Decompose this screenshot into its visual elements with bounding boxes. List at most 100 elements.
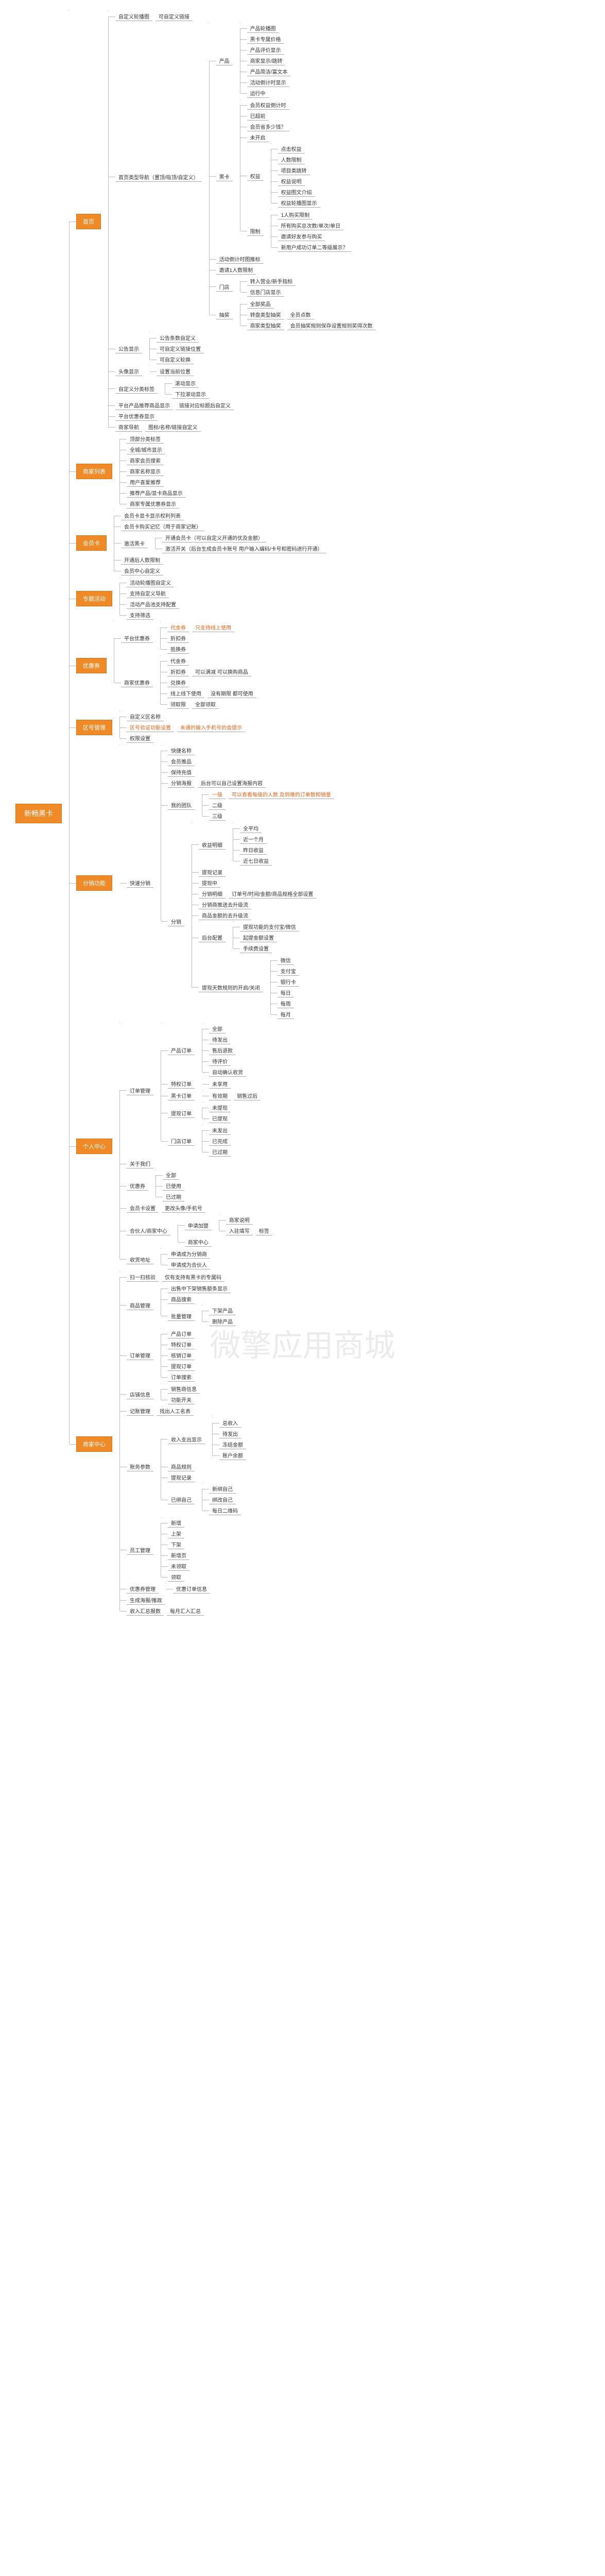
node-后台配置: 后台配置: [199, 933, 226, 942]
node-商家说明: 商家说明: [226, 1215, 253, 1225]
node-权限设置: 权限设置: [127, 733, 153, 743]
node-代金券: 代金券: [167, 656, 189, 666]
side-图标-名称-链接自定义: 图标/名称/链接自定义: [145, 422, 201, 432]
node-信息门店显示: 信息门店显示: [247, 287, 284, 297]
side-后台可以自己设置海报内容: 后台可以自己设置海报内容: [198, 778, 266, 788]
node-近七日收益: 近七日收益: [240, 856, 272, 866]
node-冻结金额: 冻结金额: [219, 1439, 246, 1449]
node-总收入: 总收入: [219, 1418, 241, 1428]
node-平台优惠券: 平台优惠券: [121, 633, 153, 643]
node-转入营业-新手指标: 转入营业/新手指标: [247, 276, 296, 286]
node-公告条数自定义: 公告条数自定义: [157, 333, 199, 343]
node-产品评价显示: 产品评价显示: [247, 45, 284, 55]
node-商家中心: 商家中心: [76, 1436, 112, 1452]
node-推荐产品-显卡商品显示: 推荐产品/显卡商品显示: [127, 488, 186, 498]
node-入驻填写: 入驻填写: [226, 1226, 253, 1235]
node-自动确认收货: 自动确认收货: [209, 1067, 246, 1077]
node-起提金额设置: 起提金额设置: [240, 933, 277, 942]
node-上架: 上架: [168, 1529, 184, 1538]
node-产品: 产品: [216, 56, 233, 65]
node-会员推品: 会员推品: [168, 756, 195, 766]
node-限制: 限制: [247, 226, 264, 236]
side-更改头像-手机号: 更改头像/手机号: [162, 1203, 205, 1213]
side-订单号-时间-金额-商品规格全部设置: 订单号/时间/金额/商品规格全部设置: [229, 889, 316, 899]
node-已使用: 已使用: [163, 1181, 184, 1191]
node-产品轮播图: 产品轮播图: [247, 23, 279, 33]
node-分销明细: 分销明细: [199, 889, 226, 899]
node-商家列表: 商家列表: [76, 464, 112, 479]
node-每周: 每周: [278, 998, 294, 1008]
node-未开启: 未开启: [247, 132, 269, 142]
note-未通的输入手机号的会提示: 未通的输入手机号的会提示: [177, 722, 245, 732]
node-个人中心: 个人中心: [76, 1139, 112, 1154]
side-会员抽奖规则保存设置规则奖得次数: 会员抽奖规则保存设置规则奖得次数: [287, 320, 376, 330]
node-领取限: 领取限: [167, 699, 189, 709]
side-链接对应标题后自定义: 链接对应标题后自定义: [176, 400, 234, 410]
node-批量管理: 批量管理: [168, 1311, 195, 1321]
node-项目类跳转: 项目类跳转: [278, 165, 310, 175]
node-未享用: 未享用: [209, 1079, 231, 1089]
node-未领取: 未领取: [168, 1561, 189, 1571]
node-折扣券: 折扣券: [167, 633, 189, 643]
node-全部: 全部: [163, 1170, 179, 1180]
node-销售商信息: 销售商信息: [168, 1384, 200, 1394]
node-提现天数规则的开启-关闭: 提现天数规则的开启/关闭: [199, 982, 263, 992]
node-分销商推送去升级流: 分销商推送去升级流: [199, 900, 251, 909]
node-分销: 分销: [168, 917, 184, 926]
node-自定义分类标签: 自定义分类标签: [115, 384, 158, 394]
node-抽奖: 抽奖: [216, 310, 233, 319]
node-全平均: 全平均: [240, 823, 262, 833]
node-商家专属优惠券显示: 商家专属优惠券显示: [127, 499, 179, 509]
node-权益说明: 权益说明: [278, 176, 305, 186]
node-未发出: 未发出: [209, 1125, 231, 1135]
node-商家中心: 商家中心: [185, 1237, 212, 1247]
node-会员卡: 会员卡: [76, 535, 107, 551]
node-门店订单: 门店订单: [168, 1136, 195, 1146]
node-新绑自己: 新绑自己: [209, 1484, 236, 1494]
node-用户喜爱推荐: 用户喜爱推荐: [127, 477, 164, 487]
node-账务参数: 账务参数: [127, 1462, 153, 1471]
node-专题活动: 专题活动: [76, 591, 112, 606]
side-可以满减-可以换购商品: 可以满减 可以换购商品: [192, 667, 251, 676]
node-支持自定义导航: 支持自定义导航: [127, 588, 169, 598]
node-商品金额的去升级流: 商品金额的去升级流: [199, 910, 251, 920]
node-提现功能的支付宝-微信: 提现功能的支付宝/微信: [240, 922, 299, 931]
node-合伙人-商家中心: 合伙人/商家中心: [127, 1226, 170, 1235]
node-黑卡订单: 黑卡订单: [168, 1091, 195, 1100]
node-提现记录: 提现记录: [199, 867, 226, 877]
node-全部奖品: 全部奖品: [247, 299, 274, 309]
node-自定义区名称: 自定义区名称: [127, 711, 164, 721]
node-邀请1人数限制: 邀请1人数限制: [216, 265, 256, 275]
node-订单管理: 订单管理: [127, 1350, 153, 1360]
node-产品订单: 产品订单: [168, 1329, 195, 1338]
node-首页: 首页: [76, 214, 101, 229]
node-兑换券: 兑换券: [167, 677, 189, 687]
node-保持充值: 保持充值: [168, 767, 195, 777]
node-优惠券管理: 优惠券管理: [127, 1584, 159, 1594]
node-提现中: 提现中: [199, 878, 220, 888]
node-商品搜索: 商品搜索: [168, 1294, 195, 1304]
node-商家导航: 商家导航: [115, 422, 142, 432]
node-点击权益: 点击权益: [278, 144, 305, 154]
node-首页类型导航-置顶-吸顶-自定义-: 首页类型导航（置顶/吸顶/自定义）: [115, 172, 202, 182]
node-开通后人数限制: 开通后人数限制: [121, 555, 163, 565]
node-收入汇总报数: 收入汇总报数: [127, 1606, 164, 1616]
node-每日二维码: 每日二维码: [209, 1505, 241, 1515]
node-待发出: 待发出: [219, 1429, 241, 1438]
node-黑卡: 黑卡: [216, 172, 233, 181]
node-申请成为分销商: 申请成为分销商: [168, 1249, 210, 1259]
side-没有期限-都可使用: 没有期限 都可使用: [208, 688, 256, 698]
node-商家优惠券: 商家优惠券: [121, 677, 153, 687]
node-支付宝: 支付宝: [278, 966, 299, 976]
node-银行卡: 银行卡: [278, 977, 299, 987]
node-删除产品: 删除产品: [209, 1316, 236, 1326]
node-会员卡设置: 会员卡设置: [127, 1203, 159, 1213]
node-商品规则: 商品规则: [168, 1462, 195, 1471]
node-产品简洁-富文本: 产品简洁/富文本: [247, 66, 291, 76]
node-手续费设置: 手续费设置: [240, 943, 272, 953]
node-扫一扫核验: 扫一扫核验: [127, 1272, 159, 1282]
node-邀请好友参与购买: 邀请好友参与购买: [278, 231, 325, 241]
node-会员中心自定义: 会员中心自定义: [121, 566, 163, 575]
node-商家会员搜索: 商家会员搜索: [127, 455, 164, 465]
node-分销功能: 分销功能: [76, 875, 112, 891]
